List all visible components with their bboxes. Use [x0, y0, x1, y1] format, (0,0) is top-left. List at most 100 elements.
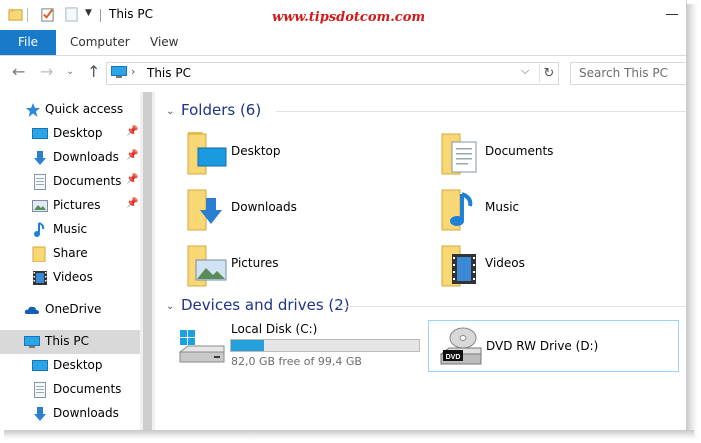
- nav-pc-downloads[interactable]: Downloads: [0, 402, 140, 426]
- star-icon: [26, 103, 40, 117]
- explorer-window: ▼ This PC www.tipsdotcom.com File Comput…: [0, 0, 687, 430]
- drive-local-disk-c[interactable]: Local Disk (C:) 82,0 GB free of 99,4 GB: [178, 322, 423, 370]
- folder-desktop[interactable]: Desktop: [184, 128, 424, 180]
- ribbon-tabs: File Computer View: [0, 30, 686, 56]
- title-separator: [100, 9, 101, 22]
- pictures-folder-icon: [187, 245, 227, 287]
- tab-view[interactable]: View: [150, 30, 178, 55]
- pictures-icon: [32, 200, 48, 212]
- downloads-folder-icon: [187, 189, 222, 231]
- nav-onedrive[interactable]: OneDrive: [0, 298, 140, 322]
- watermark: www.tipsdotcom.com: [272, 10, 426, 25]
- desktop-icon: [32, 360, 48, 371]
- documents-icon: [34, 382, 46, 398]
- forward-arrow-icon[interactable]: →: [40, 62, 53, 82]
- folder-pictures[interactable]: Pictures: [184, 240, 424, 292]
- scrollbar-thumb[interactable]: [143, 92, 152, 430]
- nav-item-label: Music: [53, 222, 88, 236]
- window-title: This PC: [109, 7, 153, 21]
- downloads-icon: [34, 407, 46, 421]
- pin-icon[interactable]: 📌: [126, 126, 138, 137]
- this-pc-icon: [24, 336, 40, 348]
- navigation-bar: ← → ⌄ ↑ › This PC ⌵ ↻ Search This PC: [0, 56, 686, 90]
- folder-label: Desktop: [231, 144, 281, 158]
- folder-music[interactable]: Music: [438, 184, 678, 236]
- folder-videos[interactable]: Videos: [438, 240, 678, 292]
- back-arrow-icon[interactable]: ←: [12, 62, 25, 82]
- nav-item-videos[interactable]: Videos: [0, 266, 140, 290]
- nav-item-label: Videos: [53, 270, 93, 284]
- pin-icon[interactable]: 📌: [126, 198, 138, 209]
- drive-dvd-rw-d[interactable]: DVD DVD RW Drive (D:): [428, 320, 679, 372]
- customize-dropdown-icon[interactable]: ▼: [85, 8, 92, 18]
- title-divider: [27, 8, 28, 22]
- nav-item-label: Desktop: [53, 126, 103, 140]
- nav-pc-desktop[interactable]: Desktop: [0, 354, 140, 378]
- minimize-button[interactable]: [666, 14, 678, 15]
- nav-item-label: Pictures: [53, 198, 101, 212]
- nav-item-label: Downloads: [53, 150, 119, 164]
- pin-icon[interactable]: 📌: [126, 174, 138, 185]
- pin-icon[interactable]: 📌: [126, 150, 138, 161]
- search-placeholder: Search This PC: [579, 66, 668, 80]
- nav-item-label: Documents: [53, 174, 122, 188]
- hard-disk-icon: [178, 330, 225, 363]
- tab-file[interactable]: File: [0, 30, 56, 55]
- drive-free-space: 82,0 GB free of 99,4 GB: [231, 355, 362, 368]
- videos-folder-icon: [441, 245, 476, 287]
- drive-usage-bar: [230, 339, 420, 352]
- nav-item-downloads[interactable]: Downloads 📌: [0, 146, 140, 170]
- up-arrow-icon[interactable]: ↑: [87, 62, 100, 82]
- group-divider: [276, 111, 686, 112]
- documents-icon: [34, 174, 46, 190]
- drive-usage-fill: [231, 340, 264, 351]
- folder-label: Downloads: [231, 200, 297, 214]
- nav-quick-access-label: Quick access: [45, 102, 124, 116]
- new-folder-icon[interactable]: [64, 7, 79, 22]
- address-bar[interactable]: › This PC ⌵ ↻: [106, 62, 559, 85]
- this-pc-icon: [111, 66, 127, 78]
- collapse-folders-icon[interactable]: ⌄: [166, 106, 174, 117]
- refresh-icon[interactable]: ↻: [539, 64, 558, 83]
- collapse-drives-icon[interactable]: ⌄: [166, 301, 174, 312]
- nav-pane-scrollbar[interactable]: [140, 92, 155, 430]
- window-shadow-bottom: [4, 430, 694, 440]
- recent-locations-icon[interactable]: ⌄: [66, 62, 74, 82]
- downloads-icon: [34, 151, 46, 165]
- nav-pc-documents[interactable]: Documents: [0, 378, 140, 402]
- address-dropdown-icon[interactable]: ⌵: [521, 64, 529, 78]
- folder-icon: [8, 8, 23, 21]
- address-location[interactable]: This PC: [147, 66, 191, 80]
- svg-text:DVD: DVD: [446, 354, 461, 361]
- desktop-folder-icon: [187, 132, 227, 175]
- folders-header[interactable]: Folders (6): [181, 101, 261, 119]
- properties-icon[interactable]: [40, 7, 55, 22]
- nav-item-label: Documents: [53, 382, 122, 396]
- nav-item-pictures[interactable]: Pictures 📌: [0, 194, 140, 218]
- drives-header[interactable]: Devices and drives (2): [181, 296, 350, 314]
- content-area: ⌄ Folders (6) Desktop Documents Download…: [156, 92, 686, 430]
- folder-documents[interactable]: Documents: [438, 128, 678, 180]
- nav-this-pc-label: This PC: [45, 334, 89, 348]
- nav-this-pc[interactable]: This PC: [0, 330, 140, 354]
- drive-label: DVD RW Drive (D:): [486, 339, 599, 353]
- tab-computer[interactable]: Computer: [70, 30, 130, 55]
- search-input[interactable]: Search This PC: [570, 62, 686, 85]
- folder-label: Videos: [485, 256, 525, 270]
- folder-downloads[interactable]: Downloads: [184, 184, 424, 236]
- nav-item-music[interactable]: Music: [0, 218, 140, 242]
- folder-label: Documents: [485, 144, 554, 158]
- window-shadow: [686, 4, 698, 438]
- group-divider: [336, 306, 686, 307]
- nav-onedrive-label: OneDrive: [45, 302, 102, 316]
- nav-item-documents[interactable]: Documents 📌: [0, 170, 140, 194]
- cloud-icon: [24, 306, 39, 314]
- breadcrumb-chevron-icon[interactable]: ›: [131, 65, 135, 78]
- nav-item-label: Downloads: [53, 406, 119, 420]
- folder-icon: [32, 246, 46, 262]
- nav-quick-access[interactable]: Quick access: [0, 98, 140, 122]
- nav-item-desktop[interactable]: Desktop 📌: [0, 122, 140, 146]
- nav-item-share[interactable]: Share: [0, 242, 140, 266]
- folder-label: Music: [485, 200, 520, 214]
- drive-label: Local Disk (C:): [231, 322, 318, 336]
